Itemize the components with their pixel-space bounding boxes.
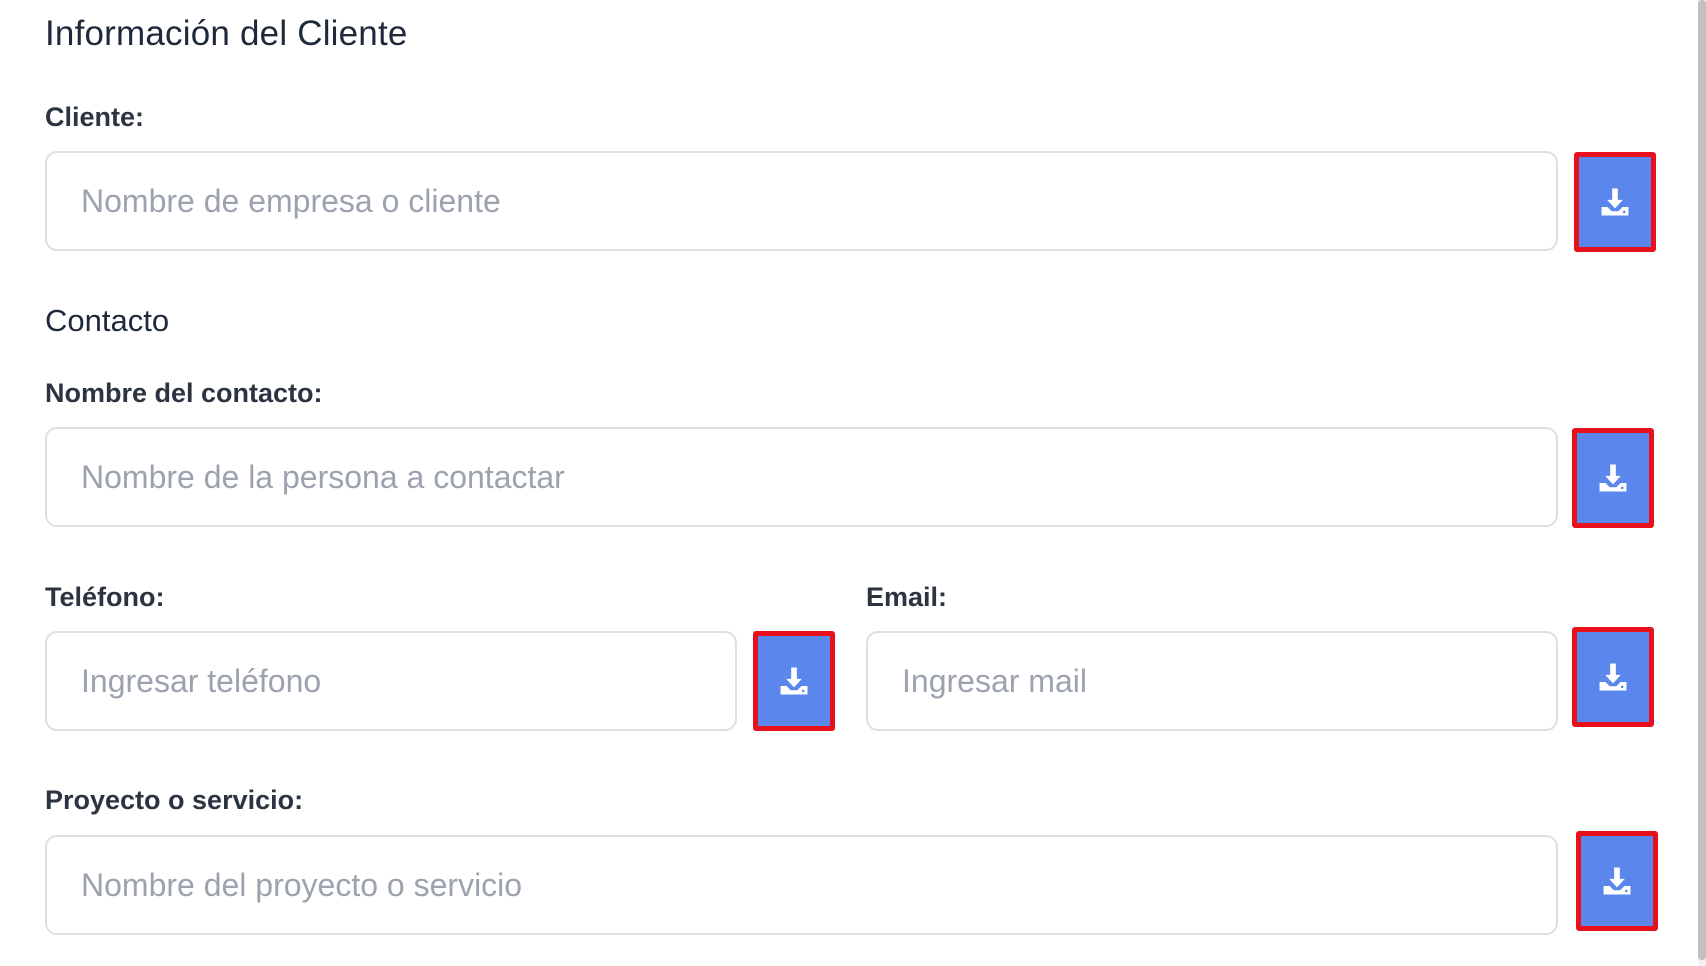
nombre-contacto-download-button[interactable] bbox=[1572, 428, 1654, 528]
email-input[interactable] bbox=[866, 631, 1558, 731]
scrollbar-thumb[interactable] bbox=[1698, 0, 1706, 960]
email-label: Email: bbox=[866, 582, 948, 612]
nombre-contacto-label: Nombre del contacto: bbox=[45, 378, 323, 408]
client-info-form: Información del Cliente Cliente: Contact… bbox=[0, 0, 1706, 966]
download-icon bbox=[780, 667, 808, 695]
proyecto-label: Proyecto o servicio: bbox=[45, 785, 304, 815]
download-icon bbox=[1603, 867, 1631, 895]
telefono-input[interactable] bbox=[45, 631, 737, 731]
proyecto-input[interactable] bbox=[45, 835, 1558, 935]
vertical-scrollbar[interactable] bbox=[1698, 0, 1706, 966]
contacto-section-title: Contacto bbox=[45, 303, 170, 338]
cliente-input[interactable] bbox=[45, 151, 1558, 251]
telefono-label: Teléfono: bbox=[45, 582, 165, 612]
download-icon bbox=[1601, 188, 1629, 216]
cliente-download-button[interactable] bbox=[1574, 152, 1656, 252]
proyecto-download-button[interactable] bbox=[1576, 831, 1658, 931]
download-icon bbox=[1599, 663, 1627, 691]
cliente-label: Cliente: bbox=[45, 102, 145, 132]
email-download-button[interactable] bbox=[1572, 627, 1654, 727]
form-title: Información del Cliente bbox=[45, 14, 408, 53]
download-icon bbox=[1599, 464, 1627, 492]
telefono-download-button[interactable] bbox=[753, 631, 835, 731]
nombre-contacto-input[interactable] bbox=[45, 427, 1558, 527]
